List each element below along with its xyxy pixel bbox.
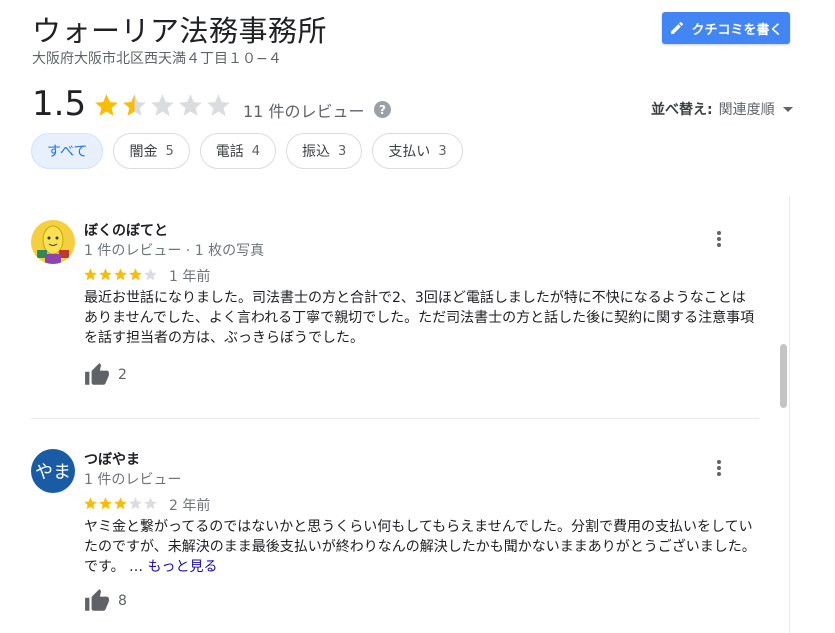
write-review-label: クチコミを書く <box>691 22 783 38</box>
chip-count: 3 <box>338 143 347 159</box>
review-date: 2 年前 <box>169 498 211 514</box>
chip-count: 3 <box>438 143 447 159</box>
avatar[interactable] <box>31 220 75 264</box>
avatar-image <box>31 220 75 264</box>
chip-label: すべて <box>47 144 88 160</box>
thumb-up-icon <box>85 589 109 611</box>
pencil-icon <box>671 21 684 34</box>
star-icon <box>114 497 127 510</box>
review-divider <box>31 418 759 419</box>
average-rating: 1.5 <box>32 84 87 124</box>
like-count: 2 <box>118 367 127 383</box>
star-icon <box>144 268 157 281</box>
write-review-button[interactable]: クチコミを書く <box>662 12 790 44</box>
caret-down-icon <box>782 106 793 112</box>
like-button[interactable]: 2 <box>84 362 127 388</box>
review-text: 最近お世話になりました。司法書士の方と合計で2、3回ほど電話しましたが特に不快に… <box>84 288 756 348</box>
chip-label: 闇金 <box>129 144 158 160</box>
chip-furikomi[interactable]: 振込 3 <box>286 133 363 169</box>
more-vert-icon[interactable] <box>712 458 726 478</box>
star-icon <box>84 497 97 510</box>
scrollbar[interactable] <box>775 196 790 633</box>
star-icon <box>129 497 142 510</box>
review-date: 1 年前 <box>169 269 211 285</box>
chip-all[interactable]: すべて <box>31 133 104 169</box>
reviewer-meta: 1 件のレビュー · 1 枚の写真 <box>84 243 265 259</box>
chip-label: 支払い <box>388 144 431 160</box>
average-rating-stars <box>93 92 232 119</box>
star-icon <box>129 268 142 281</box>
chip-shiharai[interactable]: 支払い 3 <box>372 133 463 169</box>
read-more-link[interactable]: もっと見る <box>148 559 218 575</box>
star-icon <box>84 268 97 281</box>
star-icon <box>144 497 157 510</box>
like-button[interactable]: 8 <box>84 588 127 614</box>
more-vert-icon[interactable] <box>712 229 726 249</box>
thumb-up-icon <box>85 363 109 385</box>
star-icon <box>207 94 230 116</box>
topic-filter-chips: すべて 闇金 5 電話 4 振込 3 支払い 3 <box>31 133 463 169</box>
reviews-list: ぼくのぼてと 1 件のレビュー · 1 枚の写真 1 年前 最近お世話になりまし… <box>0 196 790 633</box>
place-address: 大阪府大阪市北区西天満４丁目１０−４ <box>32 51 282 67</box>
chip-count: 5 <box>165 143 174 159</box>
sort-label: 並べ替え: <box>651 102 713 118</box>
star-icon <box>99 268 112 281</box>
reviewer-meta: 1 件のレビュー <box>84 472 182 488</box>
star-icon <box>95 94 118 116</box>
star-icon <box>99 497 112 510</box>
reviewer-name[interactable]: ぼくのぼてと <box>84 220 168 240</box>
help-icon[interactable]: ? <box>374 101 391 118</box>
chip-denwa[interactable]: 電話 4 <box>199 133 277 169</box>
like-count: 8 <box>118 593 127 609</box>
star-icon <box>179 94 202 116</box>
star-icon <box>123 94 146 116</box>
sort-dropdown[interactable]: 並べ替え: 関連度順 <box>651 99 793 119</box>
star-icon <box>151 94 174 116</box>
chip-label: 電話 <box>215 144 244 160</box>
reviewer-name[interactable]: つぼやま <box>84 449 140 469</box>
review-stars <box>83 496 158 511</box>
avatar[interactable]: やま <box>31 449 75 493</box>
chip-yamikin[interactable]: 闇金 5 <box>113 133 190 169</box>
place-title: ウォーリア法務事務所 <box>32 14 328 48</box>
review-text-body: 最近お世話になりました。司法書士の方と合計で2、3回ほど電話しましたが特に不快に… <box>84 290 755 346</box>
chip-label: 振込 <box>302 144 331 160</box>
scrollbar-thumb[interactable] <box>780 344 787 408</box>
sort-value: 関連度順 <box>718 102 775 118</box>
review-text: ヤミ金と繋がってるのではないかと思うくらい何もしてもらえませんでした。分割で費用… <box>84 517 756 577</box>
star-icon <box>114 268 127 281</box>
chip-count: 4 <box>251 143 261 159</box>
review-count: 11 件のレビュー <box>243 102 365 121</box>
review-stars <box>83 267 158 282</box>
